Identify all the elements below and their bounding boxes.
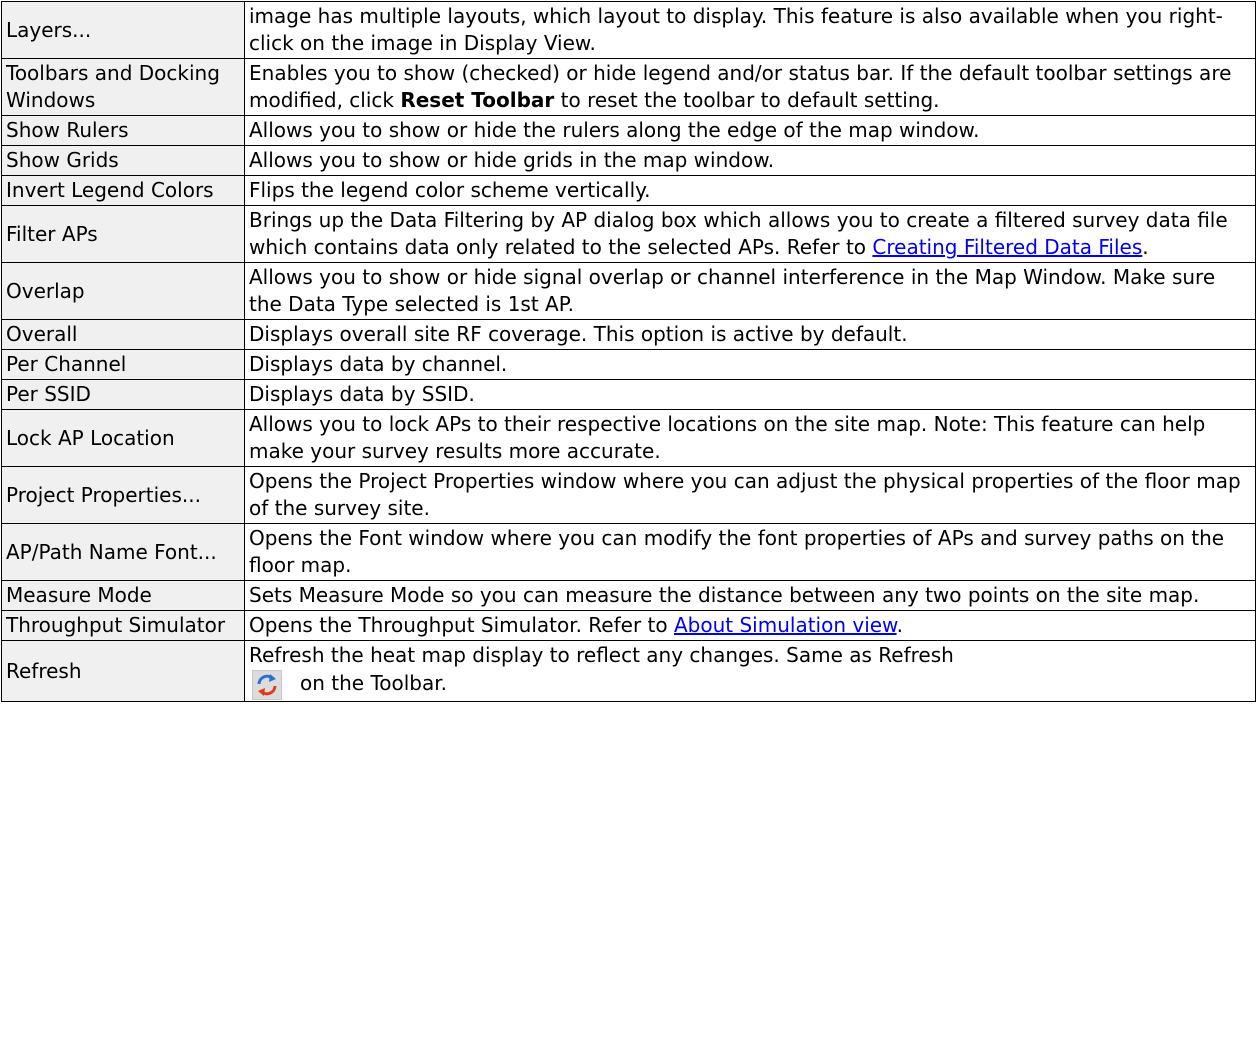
table-row: Show Rulers Allows you to show or hide t… (1, 115, 1256, 146)
description-cell: Allows you to show or hide signal overla… (244, 262, 1256, 320)
description-text: Opens the Throughput Simulator. Refer to (249, 613, 674, 637)
description-cell: Displays data by channel. (244, 349, 1256, 380)
table-row: Overall Displays overall site RF coverag… (1, 319, 1256, 350)
reset-toolbar-label: Reset Toolbar (400, 88, 555, 112)
description-cell: Brings up the Data Filtering by AP dialo… (244, 205, 1256, 263)
description-cell: Allows you to lock APs to their respecti… (244, 409, 1256, 467)
command-cell: Filter APs (1, 205, 245, 263)
command-cell: Per SSID (1, 379, 245, 410)
refresh-icon (252, 670, 282, 700)
description-cell: Enables you to show (checked) or hide le… (244, 58, 1256, 116)
table-row: Per SSID Displays data by SSID. (1, 379, 1256, 410)
command-cell: Show Grids (1, 145, 245, 176)
description-cell: Displays data by SSID. (244, 379, 1256, 410)
table-row: Lock AP Location Allows you to lock APs … (1, 409, 1256, 467)
command-cell: Project Properties... (1, 466, 245, 524)
command-cell: Overlap (1, 262, 245, 320)
table-row: Invert Legend Colors Flips the legend co… (1, 175, 1256, 206)
command-cell: Toolbars and Docking Windows (1, 58, 245, 116)
command-cell: Per Channel (1, 349, 245, 380)
command-cell: Show Rulers (1, 115, 245, 146)
description-cell: Opens the Throughput Simulator. Refer to… (244, 610, 1256, 641)
table-row: Throughput Simulator Opens the Throughpu… (1, 610, 1256, 641)
description-text: to reset the toolbar to default setting. (554, 88, 940, 112)
command-cell: Lock AP Location (1, 409, 245, 467)
table-row: Project Properties... Opens the Project … (1, 466, 1256, 524)
description-cell: Opens the Project Properties window wher… (244, 466, 1256, 524)
command-cell: Invert Legend Colors (1, 175, 245, 206)
description-cell: Allows you to show or hide grids in the … (244, 145, 1256, 176)
description-text: Refresh the heat map display to reflect … (249, 643, 954, 667)
table-row: Refresh Refresh the heat map display to … (1, 640, 1256, 702)
description-cell: Flips the legend color scheme vertically… (244, 175, 1256, 206)
description-cell: Allows you to show or hide the rulers al… (244, 115, 1256, 146)
description-text: . (1142, 235, 1149, 259)
table-row: Show Grids Allows you to show or hide gr… (1, 145, 1256, 176)
command-cell: Measure Mode (1, 580, 245, 611)
table-row: AP/Path Name Font... Opens the Font wind… (1, 523, 1256, 581)
description-cell: Displays overall site RF coverage. This … (244, 319, 1256, 350)
description-cell: Sets Measure Mode so you can measure the… (244, 580, 1256, 611)
description-cell: Refresh the heat map display to reflect … (244, 640, 1256, 702)
table-row: Per Channel Displays data by channel. (1, 349, 1256, 380)
description-cell: Opens the Font window where you can modi… (244, 523, 1256, 581)
table-row: Overlap Allows you to show or hide signa… (1, 262, 1256, 320)
table-row: Toolbars and Docking Windows Enables you… (1, 58, 1256, 116)
description-text: on the Toolbar. (300, 671, 447, 695)
table-row: Filter APs Brings up the Data Filtering … (1, 205, 1256, 263)
command-cell: Throughput Simulator (1, 610, 245, 641)
creating-filtered-data-files-link[interactable]: Creating Filtered Data Files (872, 235, 1142, 259)
description-cell: image has multiple layouts, which layout… (244, 1, 1256, 59)
table-row: Layers... image has multiple layouts, wh… (1, 1, 1256, 59)
description-text: . (896, 613, 903, 637)
command-cell: AP/Path Name Font... (1, 523, 245, 581)
command-cell: Overall (1, 319, 245, 350)
command-cell: Refresh (1, 640, 245, 702)
menu-commands-table: Layers... image has multiple layouts, wh… (1, 1, 1256, 702)
command-cell: Layers... (1, 1, 245, 59)
table-row: Measure Mode Sets Measure Mode so you ca… (1, 580, 1256, 611)
about-simulation-view-link[interactable]: About Simulation view (674, 613, 897, 637)
